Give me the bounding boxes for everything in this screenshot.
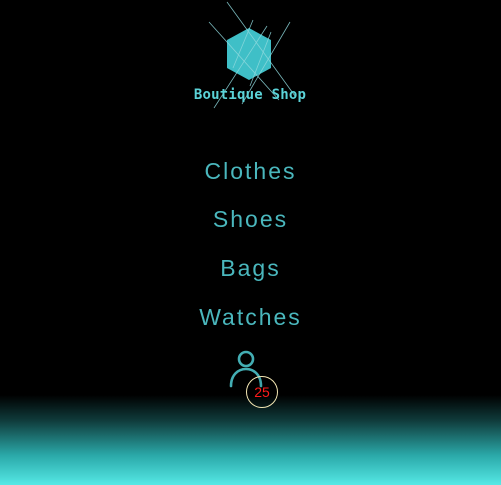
nav-item-clothes[interactable]: Clothes [0, 158, 501, 185]
nav-item-watches[interactable]: Watches [0, 304, 501, 331]
nav-item-bags[interactable]: Bags [0, 255, 501, 282]
notification-count-badge: 25 [246, 376, 278, 408]
nav-item-shoes[interactable]: Shoes [0, 206, 501, 233]
brand-name: Boutique Shop [193, 87, 307, 103]
brand-logo[interactable]: Boutique Shop [187, 0, 313, 110]
